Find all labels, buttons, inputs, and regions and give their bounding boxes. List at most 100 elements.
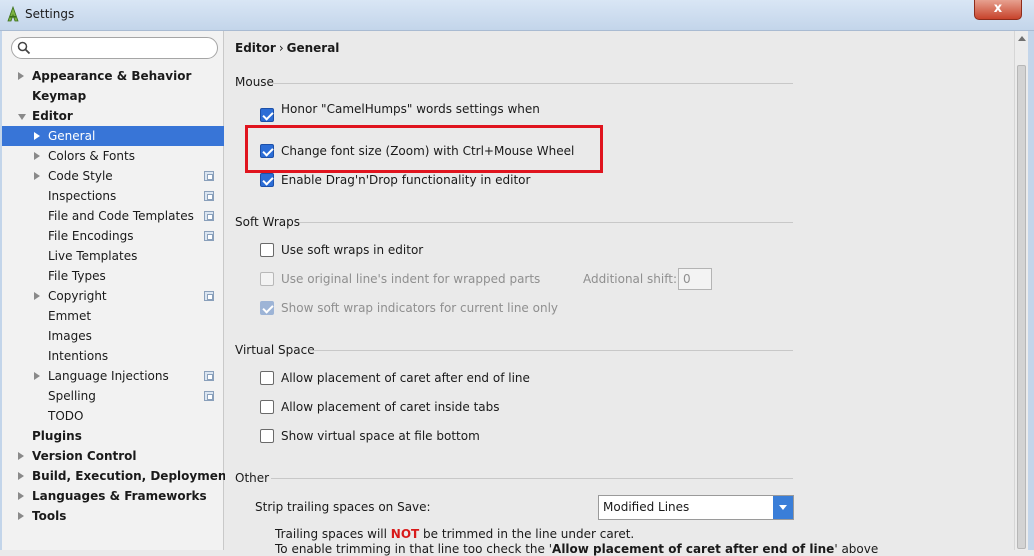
- sidebar-item-label: File Types: [48, 269, 106, 283]
- sidebar-item-appearance-behavior[interactable]: Appearance & Behavior: [2, 66, 224, 86]
- settings-sidebar: Appearance & Behavior Keymap Editor General…: [2, 31, 232, 550]
- sidebar-item-version-control[interactable]: Version Control: [2, 446, 224, 466]
- note-text: ' above: [834, 542, 879, 556]
- sidebar-item-label: Tools: [32, 509, 67, 523]
- camelhumps-checkbox[interactable]: [260, 108, 274, 122]
- use-soft-wraps-option[interactable]: Use soft wraps in editor: [260, 242, 560, 260]
- original-indent-checkbox[interactable]: [260, 272, 274, 286]
- settings-content: Editor › General Mouse Honor "CamelHumps" …: [225, 31, 1014, 556]
- sidebar-item-label: File and Code Templates: [48, 209, 194, 223]
- expand-arrow-right-icon[interactable]: [18, 512, 24, 520]
- sidebar-item-label: Code Style: [48, 169, 113, 183]
- sidebar-item-label: Language Injections: [48, 369, 169, 383]
- expand-arrow-right-icon[interactable]: [34, 172, 40, 180]
- expand-arrow-right-icon[interactable]: [34, 292, 40, 300]
- caret-inside-tabs-checkbox[interactable]: [260, 400, 274, 414]
- expand-arrow-right-icon[interactable]: [18, 472, 24, 480]
- expand-arrow-right-icon[interactable]: [34, 132, 40, 140]
- sidebar-item-tools[interactable]: Tools: [2, 506, 224, 526]
- dragdrop-option[interactable]: Enable Drag'n'Drop functionality in edit…: [260, 172, 580, 190]
- caret-inside-tabs-option[interactable]: Allow placement of caret inside tabs: [260, 399, 560, 417]
- caret-inside-tabs-label: Allow placement of caret inside tabs: [281, 400, 500, 414]
- caret-after-end-checkbox[interactable]: [260, 371, 274, 385]
- sidebar-item-label: Plugins: [32, 429, 82, 443]
- search-input[interactable]: [34, 40, 212, 56]
- virtual-space-bottom-option[interactable]: Show virtual space at file bottom: [260, 428, 560, 446]
- sidebar-item-label: Build, Execution, Deployment: [32, 469, 233, 483]
- expand-arrow-down-icon[interactable]: [18, 114, 26, 120]
- sidebar-item-todo[interactable]: TODO: [2, 406, 224, 426]
- sidebar-item-label: Intentions: [48, 349, 109, 363]
- window-title: Settings: [25, 7, 75, 21]
- sidebar-item-file-encodings[interactable]: File Encodings: [2, 226, 224, 246]
- android-icon: [6, 5, 20, 22]
- sidebar-item-label: Emmet: [48, 309, 92, 323]
- note-emphasis: NOT: [390, 527, 420, 541]
- sidebar-item-copyright[interactable]: Copyright: [2, 286, 224, 306]
- sidebar-item-label: Inspections: [48, 189, 117, 203]
- sidebar-item-file-types[interactable]: File Types: [2, 266, 224, 286]
- sidebar-item-file-and-code-templates[interactable]: File and Code Templates: [2, 206, 224, 226]
- sidebar-item-label: TODO: [48, 409, 84, 423]
- section-divider: [271, 478, 793, 479]
- chevron-down-icon[interactable]: [773, 496, 793, 519]
- settings-tree: Appearance & Behavior Keymap Editor General…: [2, 66, 232, 526]
- expand-arrow-right-icon[interactable]: [18, 492, 24, 500]
- section-title-mouse: Mouse: [235, 75, 274, 89]
- expand-arrow-right-icon[interactable]: [34, 372, 40, 380]
- search-box[interactable]: [11, 37, 218, 59]
- sidebar-item-label: Live Templates: [48, 249, 138, 263]
- sidebar-item-label: Keymap: [32, 89, 87, 103]
- sidebar-item-editor[interactable]: Editor: [2, 106, 224, 126]
- sidebar-item-code-style[interactable]: Code Style: [2, 166, 224, 186]
- sidebar-item-spelling[interactable]: Spelling: [2, 386, 224, 406]
- vertical-scrollbar[interactable]: [1014, 31, 1028, 550]
- caret-after-end-option[interactable]: Allow placement of caret after end of li…: [260, 370, 560, 388]
- sidebar-item-label: Copyright: [48, 289, 107, 303]
- sidebar-item-build-execution-deployment[interactable]: Build, Execution, Deployment: [2, 466, 232, 486]
- section-divider: [273, 83, 793, 84]
- show-indicators-option[interactable]: Show soft wrap indicators for current li…: [260, 300, 560, 318]
- sidebar-item-intentions[interactable]: Intentions: [2, 346, 224, 366]
- section-divider: [309, 350, 793, 351]
- window-frame-right: [1028, 31, 1034, 550]
- expand-arrow-right-icon[interactable]: [18, 72, 24, 80]
- virtual-space-bottom-checkbox[interactable]: [260, 429, 274, 443]
- sidebar-item-language-injections[interactable]: Language Injections: [2, 366, 224, 386]
- sidebar-item-general[interactable]: General: [2, 126, 224, 146]
- breadcrumb: Editor › General: [235, 41, 339, 55]
- original-indent-option[interactable]: Use original line's indent for wrapped p…: [260, 271, 560, 289]
- sidebar-item-label: Images: [48, 329, 92, 343]
- strip-trailing-dropdown[interactable]: Modified Lines: [598, 495, 794, 520]
- sidebar-item-plugins[interactable]: Plugins: [2, 426, 224, 446]
- show-indicators-label: Show soft wrap indicators for current li…: [281, 301, 559, 315]
- breadcrumb-current: General: [286, 41, 340, 55]
- note-bold: Allow placement of caret after end of li…: [552, 542, 835, 556]
- expand-arrow-right-icon[interactable]: [18, 452, 24, 460]
- scrollbar-thumb[interactable]: [1017, 65, 1026, 549]
- sidebar-item-emmet[interactable]: Emmet: [2, 306, 224, 326]
- sidebar-item-languages-frameworks[interactable]: Languages & Frameworks: [2, 486, 224, 506]
- sidebar-item-live-templates[interactable]: Live Templates: [2, 246, 224, 266]
- sidebar-item-keymap[interactable]: Keymap: [2, 86, 224, 106]
- sidebar-item-inspections[interactable]: Inspections: [2, 186, 224, 206]
- note-text: To enable trimming in that line too chec…: [275, 542, 553, 556]
- breadcrumb-parent[interactable]: Editor: [235, 41, 276, 55]
- show-indicators-checkbox[interactable]: [260, 301, 274, 315]
- expand-arrow-right-icon[interactable]: [34, 152, 40, 160]
- sidebar-item-colors-fonts[interactable]: Colors & Fonts: [2, 146, 224, 166]
- use-soft-wraps-checkbox[interactable]: [260, 243, 274, 257]
- sidebar-item-images[interactable]: Images: [2, 326, 224, 346]
- use-soft-wraps-label: Use soft wraps in editor: [281, 243, 424, 257]
- close-button[interactable]: x: [974, 0, 1022, 20]
- highlight-annotation: [245, 125, 603, 173]
- trailing-note-2: To enable trimming in that line too chec…: [275, 542, 878, 556]
- project-scope-icon: [204, 211, 214, 221]
- scroll-up-icon[interactable]: [1015, 31, 1028, 45]
- additional-shift-input[interactable]: 0: [678, 268, 712, 290]
- strip-trailing-label: Strip trailing spaces on Save:: [255, 500, 431, 514]
- dragdrop-checkbox[interactable]: [260, 173, 274, 187]
- project-scope-icon: [204, 191, 214, 201]
- section-title-soft-wraps: Soft Wraps: [235, 215, 300, 229]
- dragdrop-label: Enable Drag'n'Drop functionality in edit…: [281, 173, 531, 187]
